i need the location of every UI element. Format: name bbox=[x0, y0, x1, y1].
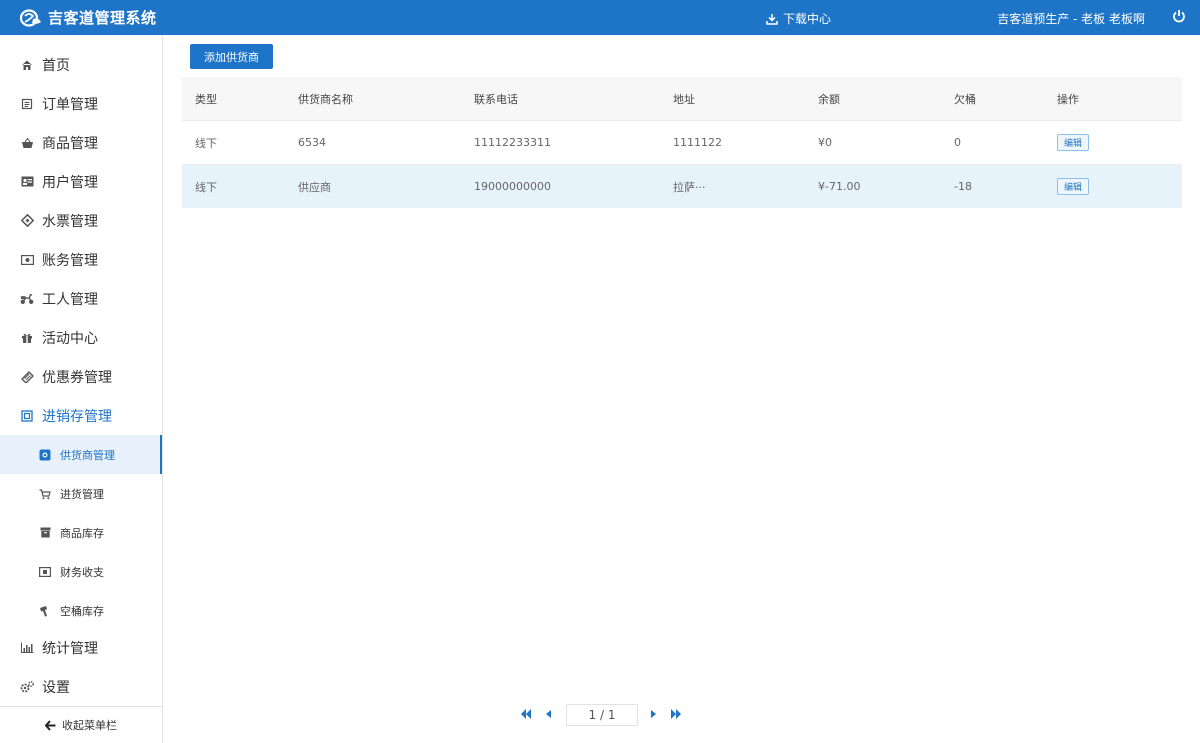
column-header-name: 供货商名称 bbox=[298, 92, 353, 106]
user-info[interactable]: 吉客道预生产 - 老板 老板啊 bbox=[997, 10, 1145, 27]
next-page-icon[interactable] bbox=[647, 708, 659, 720]
cell-actions: 编辑 bbox=[1057, 165, 1090, 208]
scooter-icon bbox=[20, 292, 34, 306]
sidebar-item-inventory[interactable]: 进销存管理 bbox=[0, 396, 162, 435]
logo-icon bbox=[20, 8, 41, 27]
edit-button[interactable]: 编辑 bbox=[1057, 134, 1090, 151]
column-header-owed-buckets: 欠桶 bbox=[954, 92, 976, 106]
cell-balance: ¥-71.00 bbox=[818, 180, 861, 193]
first-page-icon[interactable] bbox=[520, 708, 532, 720]
sidebar-item-orders[interactable]: 订单管理 bbox=[0, 84, 162, 123]
top-bar: 吉客道管理系统 下载中心 吉客道预生产 - 老板 老板啊 bbox=[0, 0, 1200, 35]
money-icon bbox=[20, 253, 34, 267]
order-icon bbox=[20, 97, 34, 111]
supplier-table: 类型 供货商名称 联系电话 地址 余额 欠桶 操作 线下 6534 111122… bbox=[182, 77, 1182, 208]
basket-icon bbox=[20, 136, 34, 150]
cell-address: 拉萨··· bbox=[673, 180, 706, 194]
column-header-phone: 联系电话 bbox=[474, 92, 518, 106]
sidebar-item-accounts[interactable]: 账务管理 bbox=[0, 240, 162, 279]
edit-button[interactable]: 编辑 bbox=[1057, 178, 1090, 195]
column-header-type: 类型 bbox=[195, 92, 217, 106]
column-header-address: 地址 bbox=[673, 92, 695, 106]
table-row: 线下 6534 11112233311 1111122 ¥0 0 编辑 bbox=[182, 120, 1182, 164]
sidebar-item-coupons[interactable]: 优惠券管理 bbox=[0, 357, 162, 396]
cell-balance: ¥0 bbox=[818, 136, 832, 149]
cell-name: 供应商 bbox=[298, 180, 331, 194]
sidebar-subitem-empty-buckets[interactable]: 空桶库存 bbox=[0, 591, 162, 630]
app-title: 吉客道管理系统 bbox=[48, 9, 157, 27]
cell-address: 1111122 bbox=[673, 136, 722, 149]
table-header: 类型 供货商名称 联系电话 地址 余额 欠桶 操作 bbox=[182, 77, 1182, 120]
cell-actions: 编辑 bbox=[1057, 121, 1090, 164]
brand[interactable]: 吉客道管理系统 bbox=[20, 7, 157, 28]
sidebar-item-statistics[interactable]: 统计管理 bbox=[0, 628, 162, 667]
supplier-icon bbox=[39, 449, 51, 461]
chart-icon bbox=[20, 641, 34, 655]
column-header-actions: 操作 bbox=[1057, 92, 1079, 106]
sidebar-item-settings[interactable]: 设置 bbox=[0, 667, 162, 706]
sidebar-item-workers[interactable]: 工人管理 bbox=[0, 279, 162, 318]
cell-type: 线下 bbox=[195, 180, 217, 194]
bucket-icon bbox=[39, 605, 51, 617]
box-icon bbox=[39, 527, 51, 539]
download-label: 下载中心 bbox=[783, 12, 832, 26]
sidebar: 首页 订单管理 商品管理 用户管理 水票管理 账务管理 工人管理 活动中心 优惠… bbox=[0, 35, 163, 743]
last-page-icon[interactable] bbox=[670, 708, 682, 720]
table-row: 线下 供应商 19000000000 拉萨··· ¥-71.00 -18 编辑 bbox=[182, 164, 1182, 208]
download-icon bbox=[766, 13, 778, 25]
finance-icon bbox=[39, 566, 51, 578]
cart-icon bbox=[39, 488, 51, 500]
settings-icon bbox=[20, 680, 34, 694]
sidebar-item-activities[interactable]: 活动中心 bbox=[0, 318, 162, 357]
cell-owed-buckets: -18 bbox=[954, 180, 972, 193]
cell-type: 线下 bbox=[195, 136, 217, 150]
sidebar-item-home[interactable]: 首页 bbox=[0, 45, 162, 84]
user-card-icon bbox=[20, 175, 34, 189]
home-icon bbox=[20, 58, 34, 72]
sidebar-item-products[interactable]: 商品管理 bbox=[0, 123, 162, 162]
pagination: 1 / 1 bbox=[0, 702, 1200, 726]
cell-name: 6534 bbox=[298, 136, 326, 149]
cell-owed-buckets: 0 bbox=[954, 136, 961, 149]
sidebar-subitem-purchasing[interactable]: 进货管理 bbox=[0, 474, 162, 513]
add-supplier-button[interactable]: 添加供货商 bbox=[190, 44, 273, 69]
download-center-link[interactable]: 下载中心 bbox=[766, 10, 831, 27]
power-icon[interactable] bbox=[1172, 9, 1186, 23]
gift-icon bbox=[20, 331, 34, 345]
cell-phone: 11112233311 bbox=[474, 136, 551, 149]
prev-page-icon[interactable] bbox=[543, 708, 555, 720]
cell-phone: 19000000000 bbox=[474, 180, 551, 193]
sidebar-subitem-suppliers[interactable]: 供货商管理 bbox=[0, 435, 162, 474]
column-header-balance: 余额 bbox=[818, 92, 840, 106]
coupon-icon bbox=[20, 370, 34, 384]
inventory-icon bbox=[20, 409, 34, 423]
sidebar-item-water-tickets[interactable]: 水票管理 bbox=[0, 201, 162, 240]
ticket-icon bbox=[20, 214, 34, 228]
sidebar-subitem-stock[interactable]: 商品库存 bbox=[0, 513, 162, 552]
page-indicator[interactable]: 1 / 1 bbox=[566, 704, 638, 726]
sidebar-item-users[interactable]: 用户管理 bbox=[0, 162, 162, 201]
sidebar-subitem-finance[interactable]: 财务收支 bbox=[0, 552, 162, 591]
